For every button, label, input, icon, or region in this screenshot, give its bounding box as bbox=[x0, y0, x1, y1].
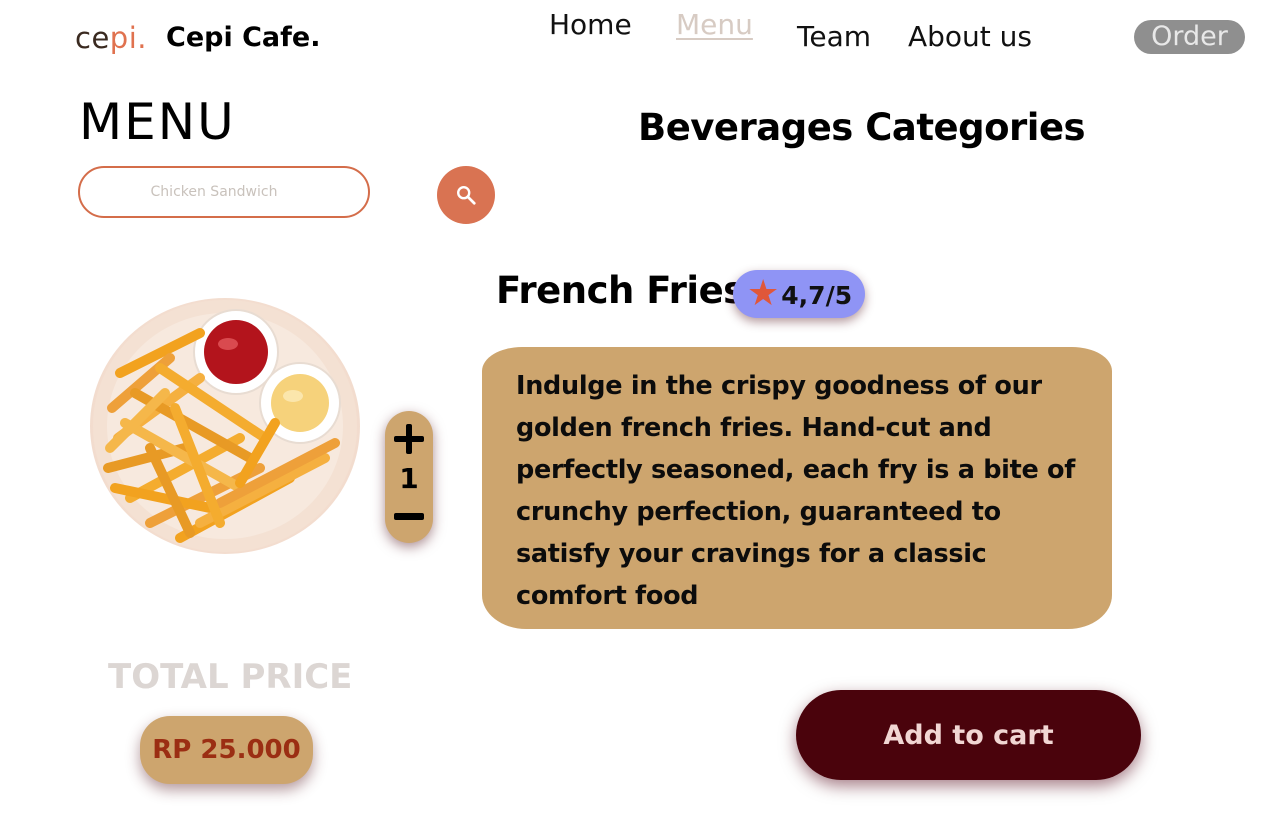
search-icon bbox=[457, 186, 476, 205]
order-button[interactable]: Order bbox=[1134, 20, 1245, 54]
logo[interactable]: cepi. bbox=[75, 18, 147, 58]
categories-title: Beverages Categories bbox=[638, 106, 1086, 149]
nav-home[interactable]: Home bbox=[549, 8, 632, 42]
total-price-value: RP 25.000 bbox=[140, 716, 313, 784]
nav-menu[interactable]: Menu bbox=[676, 8, 753, 42]
description-card: Indulge in the crispy goodness of our go… bbox=[482, 347, 1112, 629]
total-price-label: TOTAL PRICE bbox=[108, 657, 353, 697]
menu-title: MENU bbox=[79, 93, 236, 151]
plus-icon bbox=[394, 424, 424, 454]
product-image bbox=[90, 298, 360, 554]
product-description: Indulge in the crispy goodness of our go… bbox=[516, 371, 1076, 611]
product-name: French Fries bbox=[496, 269, 745, 312]
minus-icon bbox=[394, 513, 424, 520]
search-field[interactable] bbox=[78, 166, 370, 218]
logo-part-1: ce bbox=[75, 21, 110, 55]
rating-badge: ★ 4,7/5 bbox=[733, 270, 865, 318]
logo-part-2: pi. bbox=[109, 21, 147, 55]
star-icon: ★ bbox=[747, 273, 780, 314]
nav-team[interactable]: Team bbox=[797, 20, 871, 54]
increase-quantity-button[interactable] bbox=[385, 419, 433, 459]
decrease-quantity-button[interactable] bbox=[385, 499, 433, 535]
search-input[interactable] bbox=[80, 168, 368, 216]
nav-about-us[interactable]: About us bbox=[908, 20, 1032, 54]
brand-name: Cepi Cafe. bbox=[166, 22, 321, 53]
quantity-value: 1 bbox=[399, 462, 419, 495]
french-fries-illustration bbox=[93, 300, 357, 552]
rating-value: 4,7/5 bbox=[781, 281, 853, 310]
add-to-cart-button[interactable]: Add to cart bbox=[796, 690, 1141, 780]
quantity-stepper: 1 bbox=[385, 411, 433, 543]
search-button[interactable] bbox=[437, 166, 495, 224]
